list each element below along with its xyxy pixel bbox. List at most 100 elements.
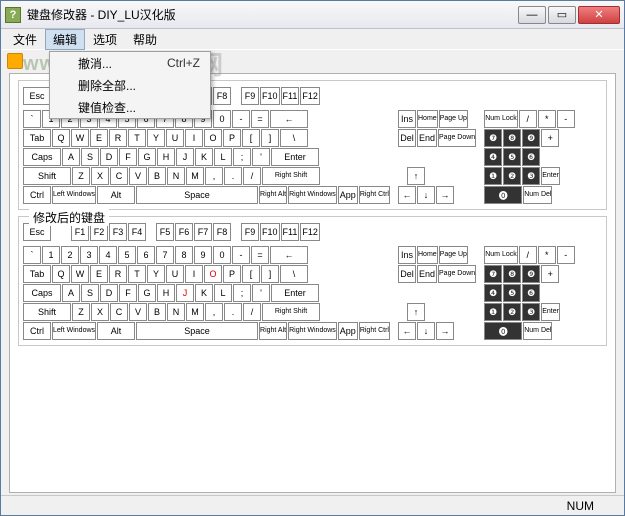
key-row4-0[interactable]: Z [72,167,90,185]
key-row1-11[interactable]: - [232,246,250,264]
key-tab[interactable]: Tab [23,129,51,147]
key-pgdn[interactable]: Page Down [438,129,476,147]
key-row1-8[interactable]: 8 [175,246,193,264]
key-numadd[interactable]: + [541,265,559,283]
menu-file[interactable]: 文件 [5,29,45,50]
key-s[interactable]: S [81,148,99,166]
key-right[interactable]: → [436,186,454,204]
key-num3[interactable]: ❸ [522,167,540,185]
key-row4-5[interactable]: N [167,303,185,321]
key-num5[interactable]: ❺ [503,284,521,302]
key-row4-9[interactable]: / [243,303,261,321]
key-g[interactable]: G [138,284,156,302]
key-num2[interactable]: ❷ [503,303,521,321]
key-e[interactable]: E [90,265,108,283]
key-k[interactable]: K [195,284,213,302]
key-row1-3[interactable]: 3 [80,246,98,264]
key-f8[interactable]: F8 [213,223,231,241]
key-j[interactable]: J [176,284,194,302]
key-numdiv[interactable]: / [519,110,537,128]
key-numsub[interactable]: - [557,110,575,128]
key-lalt[interactable]: Alt [97,322,135,340]
key-nummul[interactable]: * [538,246,556,264]
key-p[interactable]: P [223,265,241,283]
key-num7[interactable]: ❼ [484,129,502,147]
key-rctrl[interactable]: Right Ctrl [359,322,390,340]
key-space[interactable]: Space [136,322,258,340]
key-row1-12[interactable]: = [251,246,269,264]
key-row1-1[interactable]: 1 [42,246,60,264]
key-lshift[interactable]: Shift [23,167,71,185]
key-num7[interactable]: ❼ [484,265,502,283]
key-f10[interactable]: F10 [260,87,280,105]
key-numadd[interactable]: + [541,129,559,147]
key-rwin[interactable]: Right Windows [288,186,337,204]
key-q[interactable]: Q [52,129,70,147]
key-tab[interactable]: Tab [23,265,51,283]
key-f10[interactable]: F10 [260,223,280,241]
key-row4-2[interactable]: C [110,303,128,321]
key-row1-12[interactable]: = [251,110,269,128]
key-backslash[interactable]: \ [280,265,308,283]
key-o[interactable]: O [204,129,222,147]
key-w[interactable]: W [71,265,89,283]
key-num0[interactable]: ⓿ [484,322,522,340]
key-numenter[interactable]: Enter [541,167,560,185]
key-row1-9[interactable]: 9 [194,246,212,264]
key-rshift[interactable]: Right Shift [262,303,320,321]
key-pgup[interactable]: Page Up [439,246,468,264]
key-home[interactable]: Home [417,110,438,128]
key-home[interactable]: Home [417,246,438,264]
key-row4-3[interactable]: V [129,167,147,185]
key-row4-4[interactable]: B [148,303,166,321]
key-a[interactable]: A [62,284,80,302]
key-numenter[interactable]: Enter [541,303,560,321]
key-row4-4[interactable]: B [148,167,166,185]
key-down[interactable]: ↓ [417,186,435,204]
key-h[interactable]: H [157,148,175,166]
key-enter[interactable]: Enter [271,148,319,166]
key-lctrl[interactable]: Ctrl [23,322,51,340]
key-f4[interactable]: F4 [128,223,146,241]
close-button[interactable]: ✕ [578,6,620,24]
key-pgup[interactable]: Page Up [439,110,468,128]
key-end[interactable]: End [417,129,437,147]
key-app[interactable]: App [338,186,358,204]
key-num4[interactable]: ❹ [484,284,502,302]
menu-delete-all[interactable]: 删除全部... [50,74,210,96]
key-app[interactable]: App [338,322,358,340]
key-row4-7[interactable]: , [205,167,223,185]
key-d[interactable]: D [100,148,118,166]
key-row1-2[interactable]: 2 [61,246,79,264]
key-numdel[interactable]: Num Del [523,322,552,340]
key-o[interactable]: O [204,265,222,283]
toolbar-main-icon[interactable] [7,53,23,69]
key-del[interactable]: Del [398,129,416,147]
key-row4-9[interactable]: / [243,167,261,185]
key-f9[interactable]: F9 [241,223,259,241]
menu-key-check[interactable]: 键值检查... [50,96,210,118]
key-;[interactable]: ; [233,148,251,166]
key-i[interactable]: I [185,265,203,283]
key-row4-5[interactable]: N [167,167,185,185]
key-num1[interactable]: ❶ [484,167,502,185]
key-del[interactable]: Del [398,265,416,283]
key-f[interactable]: F [119,284,137,302]
menu-undo[interactable]: 撤消... Ctrl+Z [50,52,210,74]
key-row4-6[interactable]: M [186,167,204,185]
key-ins[interactable]: Ins [398,110,416,128]
key-r[interactable]: R [109,129,127,147]
key-num9[interactable]: ❾ [522,265,540,283]
key-backspace[interactable]: ← [270,110,308,128]
minimize-button[interactable]: — [518,6,546,24]
key-][interactable]: ] [261,129,279,147]
key-row1-6[interactable]: 6 [137,246,155,264]
key-numsub[interactable]: - [557,246,575,264]
key-num5[interactable]: ❺ [503,148,521,166]
key-row4-7[interactable]: , [205,303,223,321]
key-row4-8[interactable]: . [224,167,242,185]
key-t[interactable]: T [128,129,146,147]
key-end[interactable]: End [417,265,437,283]
key-t[interactable]: T [128,265,146,283]
key-pgdn[interactable]: Page Down [438,265,476,283]
